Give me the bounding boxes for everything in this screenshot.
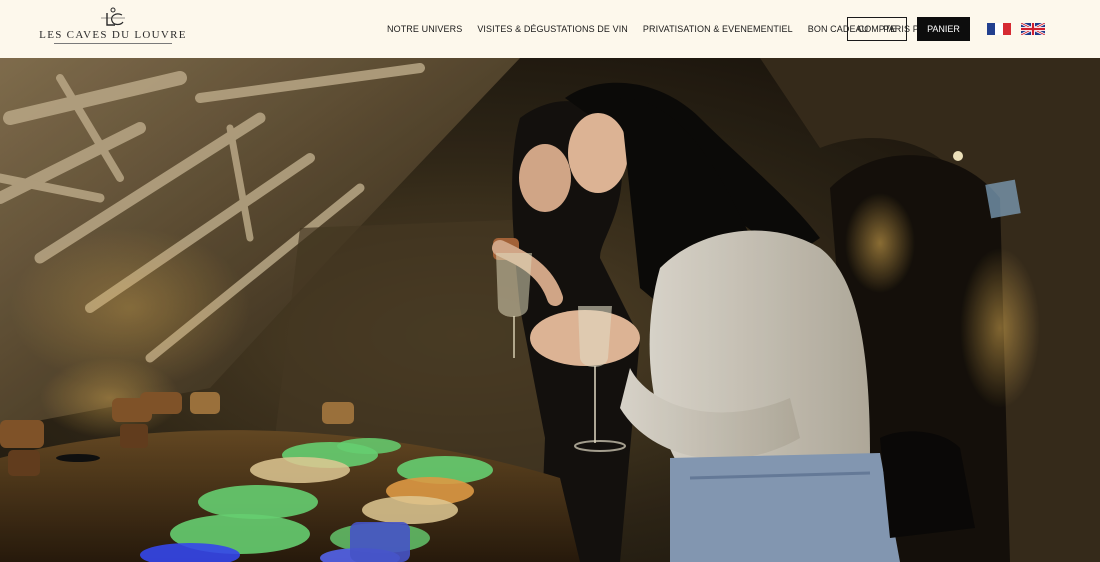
logo[interactable]: LES CAVES DU LOUVRE xyxy=(39,6,186,48)
account-button[interactable]: COMPTE xyxy=(847,17,907,41)
wine-tasting-cellar-photo xyxy=(0,58,1100,562)
nav-item-visites-degustations[interactable]: VISITES & DÉGUSTATIONS DE VIN xyxy=(477,24,628,34)
logo-underline xyxy=(54,43,172,44)
hero-image xyxy=(0,58,1100,562)
flag-uk-icon[interactable] xyxy=(1021,23,1045,35)
nav-item-notre-univers[interactable]: NOTRE UNIVERS xyxy=(387,24,462,34)
site-header: LES CAVES DU LOUVRE NOTRE UNIVERS VISITE… xyxy=(0,0,1100,58)
nav-item-privatisation[interactable]: PRIVATISATION & EVENEMENTIEL xyxy=(643,24,793,34)
monogram-icon xyxy=(101,7,125,26)
flag-fr-icon[interactable] xyxy=(987,23,1011,35)
logo-text: LES CAVES DU LOUVRE xyxy=(39,29,187,41)
cart-button[interactable]: PANIER xyxy=(917,17,970,41)
